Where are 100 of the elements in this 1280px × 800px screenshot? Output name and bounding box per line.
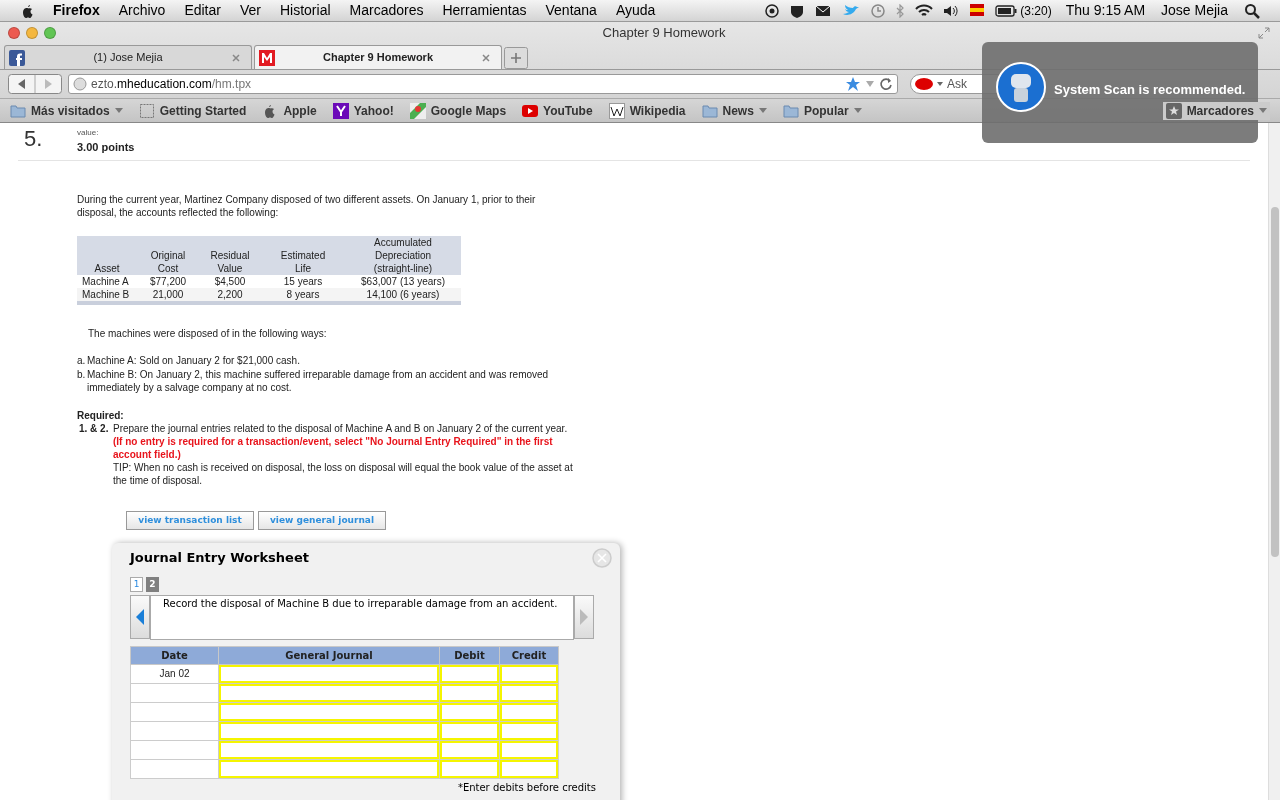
logo-icon [259,49,275,66]
wiki-icon [608,102,625,119]
dropdown-icon [853,107,862,114]
address-bar[interactable]: ezto.mheducation.com/hm.tpx [68,74,898,94]
required-label: Required: [77,408,125,422]
bookmark[interactable]: Yahoo! [353,101,394,120]
folder-icon [701,102,718,119]
column-header: Residual Value [199,235,261,275]
worksheet-title: Journal Entry Worksheet [130,550,309,564]
column-header: General Journal [285,649,373,661]
right-arrow-icon [579,607,589,626]
requirement-text: Prepare the journal entries related to the disposal of Machine A and B on January 2 of the current year. (If no entry is required for a transaction/event, select "No Journal Entry Required" in the first account field.) [113,421,569,461]
dropdown-icon [114,107,123,114]
window-title: Chapter 9 Homework [602,24,726,43]
column-header: Debit [454,649,485,661]
bookmark[interactable]: Getting Started [159,101,247,120]
bookmark[interactable]: Wikipedia [629,101,686,120]
eye-icon[interactable] [765,3,780,18]
menu-item[interactable]: Ver [239,0,261,21]
url-domain: mheducation.com [117,76,212,93]
column-header: Original Cost [137,235,199,275]
bookmark[interactable]: Apple [283,101,317,120]
map-pin-icon [409,102,426,119]
table-cell: $77,200 [149,275,187,287]
clock[interactable]: Thu 9:15 AM [1065,0,1146,21]
browser-tab[interactable]: Chapter 9 Homework [254,45,502,69]
table-cell: $63,007 (13 years) [361,275,445,287]
tip-text: TIP: When no cash is received on disposal, the loss on disposal will equal the book value of the asset at the time of disposal. [113,460,574,487]
mail-icon[interactable] [815,3,832,18]
bookmark[interactable]: YouTube [543,101,593,120]
bluetooth-icon[interactable] [895,3,906,18]
user-name[interactable]: Jose Mejia [1161,0,1228,21]
battery-time: (3:20) [1020,2,1052,20]
app-menu[interactable]: Firefox [53,0,100,21]
tab-label: (1) Jose Mejia [92,50,164,66]
speaker-icon[interactable] [943,3,960,18]
flag-icon[interactable] [969,2,986,19]
bookmark[interactable]: News [722,101,754,120]
bookmark[interactable]: Más visitados [31,101,110,120]
clock-icon[interactable] [871,3,886,18]
menu-item[interactable]: Marcadores [349,0,424,21]
close-button[interactable] [8,27,20,39]
column-header: Credit [511,649,547,661]
battery-icon[interactable] [995,4,1018,17]
search-icon[interactable] [1244,2,1260,19]
close-icon[interactable] [592,547,612,568]
menu-item[interactable]: Historial [279,0,331,21]
question-number: 5. [23,127,44,151]
menu-item[interactable]: Herramientas [442,0,527,21]
table-cell: Machine A [82,275,129,287]
points: 3.00 points [77,140,135,155]
table-cell: 15 years [283,275,323,287]
intro-text: During the current year, Martinez Company disposed of two different assets. On January 1, prior to their disposal, the accounts reflected the following: [77,192,537,219]
left-arrow-icon [135,607,145,626]
scrollbar[interactable] [1268,123,1280,800]
star-icon[interactable] [845,76,861,92]
page-tab[interactable]: 1 [130,576,143,592]
page-tab[interactable]: 2 [146,576,159,592]
robot-icon [996,62,1046,112]
new-tab-button[interactable] [504,47,528,69]
yahoo-icon [332,102,349,119]
zoom-button[interactable] [44,27,56,39]
table-cell: 8 years [286,288,320,300]
wifi-icon[interactable] [915,3,934,18]
list-marker: a. [77,353,87,367]
previous-button[interactable] [130,594,150,639]
table-cell: 14,100 (6 years) [366,288,440,300]
menu-item[interactable]: Editar [184,0,221,21]
next-button[interactable] [574,594,594,639]
browser-tab[interactable]: (1) Jose Mejia [4,45,252,69]
value-label: value: [77,127,100,139]
scrollbar-thumb[interactable] [1270,207,1279,557]
fullscreen-icon[interactable] [1258,27,1270,39]
table-cell: $4,500 [214,275,246,287]
folder-icon [10,102,26,119]
apple-icon[interactable] [20,2,34,19]
bookmark[interactable]: Popular [803,101,849,120]
ways-intro: The machines were disposed of in the following ways: [87,326,328,340]
close-icon[interactable] [481,52,491,63]
facebook-icon [9,49,25,66]
search-engine-icon [914,77,944,91]
bookmark[interactable]: Google Maps [430,101,507,120]
column-header: Accumulated Depreciation (straight-line) [345,235,461,275]
reload-icon[interactable] [879,77,893,91]
menu-item[interactable]: Archivo [118,0,166,21]
dropdown-icon[interactable] [865,80,875,88]
notification-text: System Scan is recommended. [1054,81,1246,99]
menu-item[interactable]: Ventana [545,0,597,21]
table-cell: Machine B [82,288,130,300]
list-text: Machine B: On January 2, this machine suffered irreparable damage from an accident and was removed immediately by a salvage company at no cost. [87,367,550,394]
shield-icon[interactable] [789,3,806,18]
close-icon[interactable] [231,52,241,63]
column-header: Date [161,649,188,661]
back-forward-buttons[interactable] [8,74,62,94]
menu-item[interactable]: Ayuda [615,0,656,21]
list-text: Machine A: Sold on January 2 for $21,000 cash. [87,353,300,367]
url-prefix: ezto. [91,76,117,93]
dropdown-icon [1259,107,1267,114]
minimize-button[interactable] [26,27,38,39]
list-marker: b. [77,367,87,382]
